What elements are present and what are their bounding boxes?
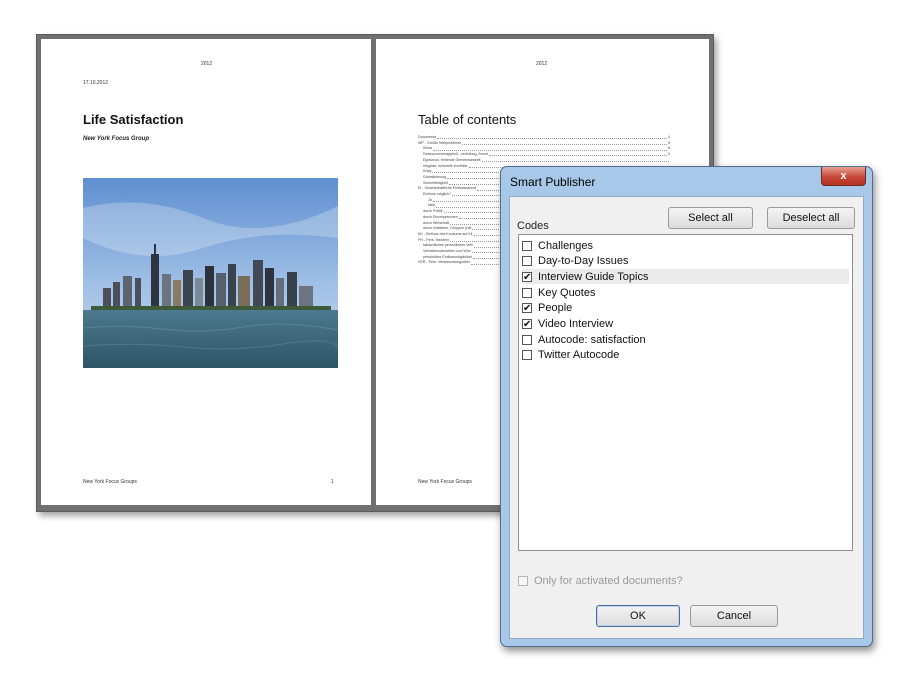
page-date: 17.10.2012 [83,80,109,86]
page-number: 1 [331,479,334,485]
dialog-body: Codes Select all Deselect all Challenges… [509,196,864,639]
code-checkbox[interactable]: ✔ [522,271,532,282]
code-item[interactable]: Day-to-Day Issues [522,254,849,269]
toc-title: Table of contents [418,112,517,127]
toc-entry-text: VER - Pers. Verantwortungsüber [418,260,471,265]
code-label: People [538,302,573,315]
code-label: Key Quotes [538,286,596,299]
cancel-button[interactable]: Cancel [690,605,778,627]
code-item[interactable]: ✔ People [522,301,849,316]
code-item[interactable]: Challenges [522,238,849,253]
page-footer: New York Focus Groups [418,479,472,485]
code-label: Autocode: satisfaction [538,333,646,346]
toc-leader [433,146,667,151]
document-subtitle: New York Focus Group [83,136,150,142]
only-activated-option: Only for activated documents? [518,575,683,587]
code-item[interactable]: Autocode: satisfaction [522,332,849,347]
codes-label: Codes [517,220,549,232]
smart-publisher-dialog: Smart Publisher x Codes Select all Desel… [500,166,873,647]
code-item[interactable]: ✔ Video Interview [522,317,849,332]
page-footer: New York Focus Groups [83,479,137,485]
code-item[interactable]: Key Quotes [522,285,849,300]
skyline-photo [83,178,338,368]
code-label: Video Interview [538,318,614,330]
title-page: 2012 17.10.2012 Life Satisfaction New Yo… [41,39,371,505]
code-checkbox[interactable] [522,350,532,361]
only-activated-checkbox[interactable] [518,576,528,586]
toc-leader [462,141,667,145]
code-checkbox[interactable] [522,240,532,251]
code-label: Interview Guide Topics [538,270,649,283]
close-icon[interactable]: x [821,167,866,186]
code-checkbox[interactable] [522,287,532,298]
code-label: Challenges [538,239,594,252]
select-all-button[interactable]: Select all [668,207,753,229]
code-checkbox[interactable]: ✔ [522,319,532,330]
toc-leader [481,158,669,163]
page-header-year: 2012 [536,61,548,67]
code-item[interactable]: Twitter Autocode [522,348,849,363]
codes-list: Challenges Day-to-Day Issues ✔ Interview Gu… [518,234,853,551]
code-checkbox[interactable] [522,256,532,267]
document-title: Life Satisfaction [83,112,184,127]
code-checkbox[interactable]: ✔ [522,303,532,314]
toc-leader [437,135,667,140]
deselect-all-button[interactable]: Deselect all [767,207,855,229]
toc-leader [488,152,667,157]
dialog-title: Smart Publisher [510,175,596,189]
ok-button[interactable]: OK [596,605,680,627]
page-header-year: 2012 [201,61,213,67]
code-item[interactable]: ✔ Interview Guide Topics [522,269,849,285]
code-checkbox[interactable] [522,334,532,345]
only-activated-label: Only for activated documents? [534,575,683,587]
code-label: Twitter Autocode [538,349,620,362]
code-label: Day-to-Day Issues [538,255,629,268]
